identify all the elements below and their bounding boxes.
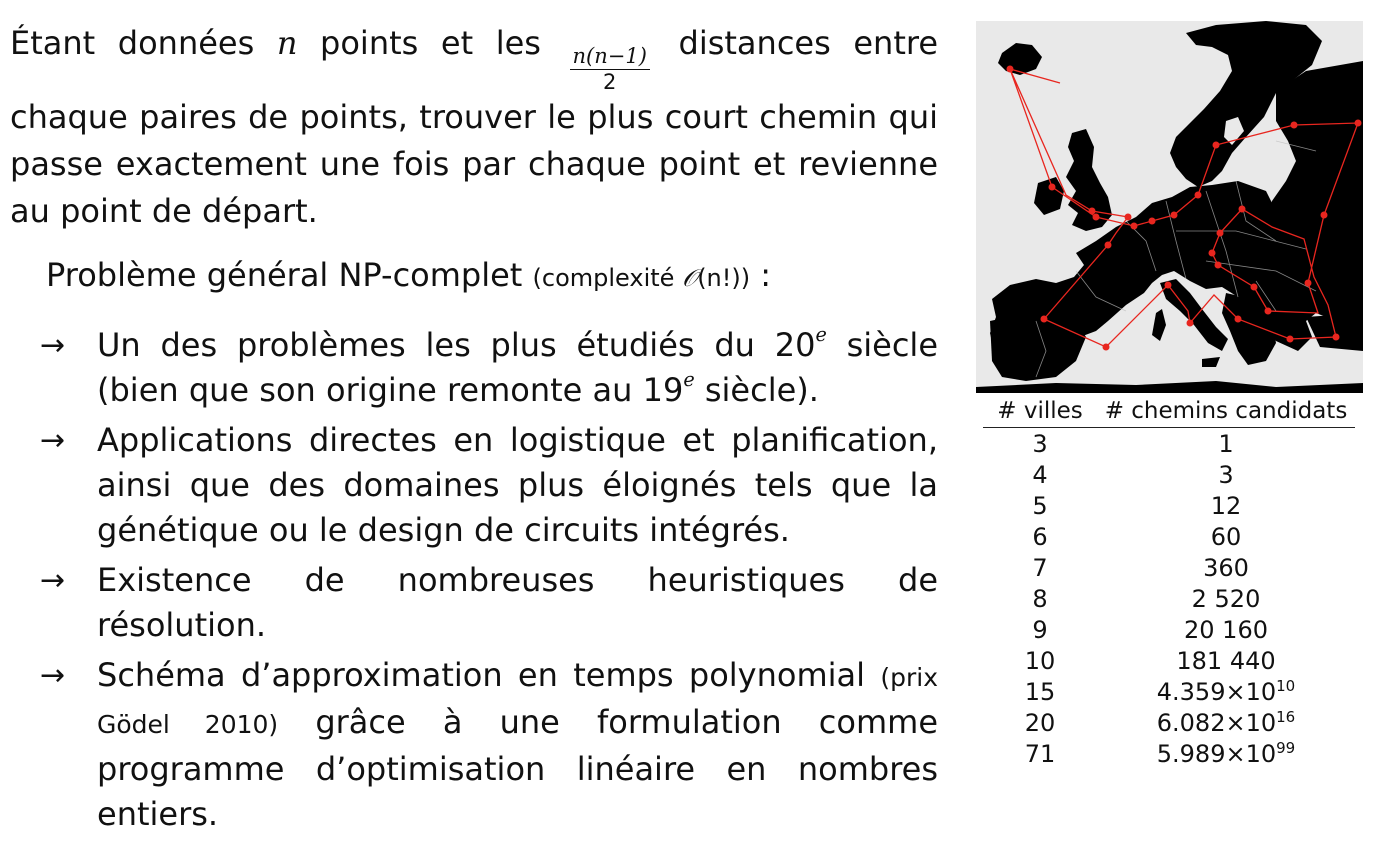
right-arrow-icon: → — [40, 423, 66, 458]
cell-villes: 8 — [1032, 584, 1048, 613]
bullet-text: Schéma d’approximation en temps polynomi… — [97, 653, 938, 837]
cell-chemins-value: 20 160 — [1184, 615, 1268, 644]
table-row: 20 6.082×1016 — [983, 707, 1355, 738]
bullet-text-part: Un des problèmes les plus étudiés du 20 — [97, 326, 816, 364]
cell-chemins-value: 360 — [1203, 553, 1249, 582]
cell-chemins: 360 — [1097, 552, 1355, 583]
bullet-text-part: siècle). — [694, 371, 819, 409]
cell-chemins-exponent: 10 — [1276, 677, 1296, 695]
cell-chemins-value: 181 440 — [1176, 646, 1276, 675]
table-row: 71 5.989×1099 — [983, 738, 1355, 769]
cell-villes: 4 — [1032, 460, 1048, 489]
intro-paragraph: Étant données n points et les n(n−1) 2 di… — [10, 20, 938, 235]
cell-villes: 15 — [1024, 677, 1056, 706]
bullet-text: Applications directes en logistique et p… — [97, 421, 938, 549]
problem-main: Problème général NP-complet — [46, 256, 533, 294]
cell-villes: 71 — [1024, 739, 1056, 768]
bullet-item: → Applications directes en logistique et… — [40, 418, 938, 553]
cell-chemins: 3 — [1097, 459, 1355, 490]
header-chemins: # chemins candidats — [1097, 394, 1355, 428]
superscript-e: e — [683, 368, 695, 392]
cell-chemins: 2 520 — [1097, 583, 1355, 614]
cell-chemins-value: 5.989×10 — [1156, 740, 1277, 768]
table-row: 6 60 — [983, 521, 1355, 552]
cell-chemins: 60 — [1097, 521, 1355, 552]
cell-villes: 3 — [1032, 429, 1048, 458]
cell-chemins: 181 440 — [1097, 645, 1355, 676]
table-row: 5 12 — [983, 490, 1355, 521]
europe-tsp-map — [976, 21, 1363, 393]
table-row: 10 181 440 — [983, 645, 1355, 676]
cell-villes: 7 — [1032, 553, 1048, 582]
bullet-list: → Un des problèmes les plus étudiés du 2… — [40, 323, 938, 842]
table-row: 31 — [983, 428, 1355, 460]
cell-chemins-value: 6.082×10 — [1156, 709, 1277, 737]
bullet-text: Existence de nombreuses heuristiques de … — [97, 561, 938, 644]
right-arrow-icon: → — [40, 658, 66, 693]
complexity-close: ) — [740, 264, 751, 292]
right-arrow-icon: → — [40, 328, 66, 363]
table-row: 7 360 — [983, 552, 1355, 583]
landmass — [976, 21, 1363, 393]
bullet-text-part: Schéma d’approximation en temps polynomi… — [97, 656, 881, 694]
cell-villes: 10 — [1024, 646, 1056, 675]
paths-count-table: # villes # chemins candidats 3 1 4 3 5 12 6 60 7… — [983, 394, 1355, 769]
table-row: 15 4.359×1010 — [983, 676, 1355, 707]
table-header-row: # villes # chemins candidats — [983, 394, 1355, 428]
cell-chemins-value: 60 — [1210, 522, 1242, 551]
header-villes: # villes — [983, 394, 1097, 428]
cell-chemins: 20 160 — [1097, 614, 1355, 645]
intro-var-n: n — [276, 24, 298, 62]
superscript-e: e — [815, 323, 827, 347]
bullet-text: Un des problèmes les plus étudiés du 20e… — [97, 323, 938, 413]
bullet-item: → Existence de nombreuses heuristiques d… — [40, 558, 938, 648]
fraction-numerator: n(n−1) — [569, 45, 650, 71]
cell-chemins-value: 3 — [1218, 460, 1234, 489]
bullet-item: → Schéma d’approximation en temps polyno… — [40, 653, 938, 837]
cell-chemins: 12 — [1097, 490, 1355, 521]
cell-chemins-value: 12 — [1210, 491, 1242, 520]
cell-villes: 5 — [1032, 491, 1048, 520]
bullet-item: → Un des problèmes les plus étudiés du 2… — [40, 323, 938, 413]
cell-chemins: 5.989×1099 — [1097, 738, 1355, 769]
problem-statement: Problème général NP-complet (complexité … — [46, 253, 771, 300]
complexity-note: (complexité 𝒪(n!)) — [533, 264, 751, 292]
table-row: 8 2 520 — [983, 583, 1355, 614]
complexity-arg: (n!) — [697, 264, 741, 292]
table-row: 9 20 160 — [983, 614, 1355, 645]
cell-chemins: 6.082×1016 — [1097, 707, 1355, 738]
table-body: 3 1 4 3 5 12 6 60 7 360 8 2 520 9 20 160 10 181 440 15 4.… — [983, 428, 1355, 770]
fraction-n-n-minus-1-over-2: n(n−1) 2 — [569, 45, 650, 95]
right-arrow-icon: → — [40, 563, 66, 598]
cell-chemins-value: 2 520 — [1191, 584, 1261, 613]
cell-villes: 9 — [1032, 615, 1048, 644]
cell-chemins-value: 4.359×10 — [1156, 678, 1277, 706]
cell-chemins-exponent: 16 — [1276, 708, 1296, 726]
problem-colon: : — [750, 256, 772, 294]
map-svg — [976, 21, 1363, 393]
cell-villes: 20 — [1024, 708, 1056, 737]
table-row: 43 — [983, 459, 1355, 490]
intro-text-2: points et les — [297, 24, 564, 62]
cell-chemins-exponent: 99 — [1276, 739, 1296, 757]
fraction-denominator: 2 — [603, 70, 617, 95]
complexity-open: (complexité — [532, 264, 683, 292]
cell-chemins: 1 — [1097, 428, 1355, 460]
big-o-symbol: 𝒪 — [682, 264, 698, 292]
intro-text-1: Étant données — [10, 24, 277, 62]
table: # villes # chemins candidats 3 1 4 3 5 12 6 60 7… — [983, 394, 1355, 769]
cell-villes: 6 — [1032, 522, 1048, 551]
cell-chemins-value: 1 — [1218, 429, 1234, 458]
cell-chemins: 4.359×1010 — [1097, 676, 1355, 707]
